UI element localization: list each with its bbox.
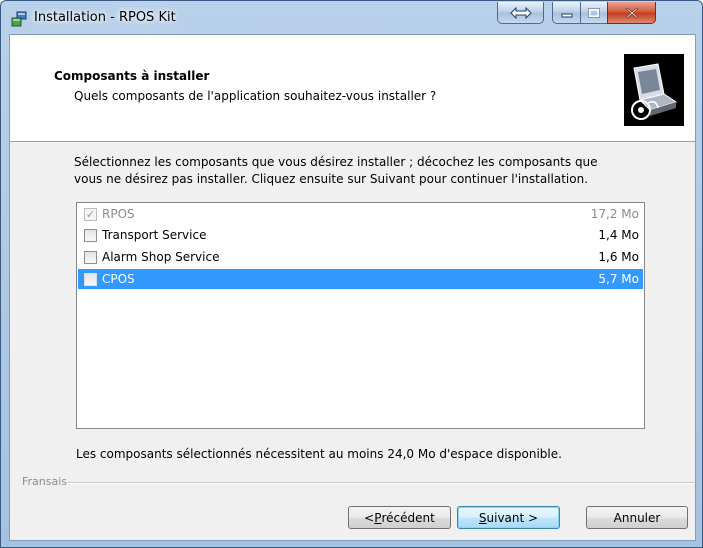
- close-button[interactable]: [607, 2, 656, 24]
- component-name: RPOS: [102, 207, 135, 221]
- minimize-icon: [561, 13, 572, 17]
- page-title: Composants à installer: [54, 69, 210, 83]
- resize-button[interactable]: [497, 2, 544, 24]
- component-name: Transport Service: [102, 228, 207, 242]
- checkbox-alarm-shop-service[interactable]: [84, 250, 97, 264]
- minimize-button[interactable]: [552, 2, 581, 24]
- installer-app-icon: [11, 11, 27, 27]
- maximize-button[interactable]: [580, 2, 608, 24]
- next-label: uivant >: [486, 510, 539, 525]
- previous-button[interactable]: < Précédent: [348, 506, 451, 529]
- dialog-client-area: Composants à installer Quels composants …: [9, 34, 696, 541]
- components-list[interactable]: ✓ RPOS 17,2 Mo Transport Service 1,4 Mo …: [76, 202, 645, 429]
- component-row-transport-service[interactable]: Transport Service 1,4 Mo: [78, 225, 643, 245]
- next-hotkey: S: [478, 510, 487, 525]
- page-subtitle: Quels composants de l'application souhai…: [74, 89, 437, 103]
- language-label: Fransais: [22, 475, 68, 488]
- checkbox-rpos[interactable]: ✓: [84, 207, 97, 221]
- checkbox-cpos[interactable]: [84, 272, 97, 286]
- instructions-text: Sélectionnez les composants que vous dés…: [74, 154, 674, 188]
- instructions-line-2: vous ne désirez pas installer. Cliquez e…: [74, 172, 589, 186]
- maximize-icon: [588, 7, 600, 18]
- component-row-alarm-shop-service[interactable]: Alarm Shop Service 1,6 Mo: [78, 247, 643, 267]
- component-size: 1,6 Mo: [598, 250, 639, 264]
- component-row-cpos[interactable]: CPOS 5,7 Mo: [78, 269, 643, 289]
- installer-window: Installation - RPOS Kit Composants à ins: [0, 0, 703, 548]
- previous-hotkey: P: [374, 510, 382, 525]
- component-row-rpos[interactable]: ✓ RPOS 17,2 Mo: [78, 204, 643, 224]
- resize-arrows-icon: [509, 6, 532, 19]
- component-size: 1,4 Mo: [598, 228, 639, 242]
- close-icon: [625, 7, 638, 18]
- title-bar[interactable]: Installation - RPOS Kit: [1, 1, 702, 35]
- instructions-line-1: Sélectionnez les composants que vous dés…: [74, 155, 598, 169]
- previous-label: récédent: [381, 510, 435, 525]
- component-size: 17,2 Mo: [590, 207, 639, 221]
- disk-space-requirement: Les composants sélectionnés nécessitent …: [76, 447, 562, 461]
- component-name: Alarm Shop Service: [102, 250, 220, 264]
- component-name: CPOS: [102, 272, 135, 286]
- previous-prefix: <: [364, 510, 375, 525]
- separator-line: [68, 482, 694, 484]
- checkbox-transport-service[interactable]: [84, 228, 97, 242]
- cancel-button[interactable]: Annuler: [586, 506, 688, 529]
- window-title: Installation - RPOS Kit: [34, 10, 176, 25]
- wizard-header: Composants à installer Quels composants …: [10, 35, 695, 142]
- component-size: 5,7 Mo: [598, 272, 639, 286]
- installer-computer-icon: [624, 54, 684, 126]
- next-button[interactable]: Suivant >: [457, 506, 560, 529]
